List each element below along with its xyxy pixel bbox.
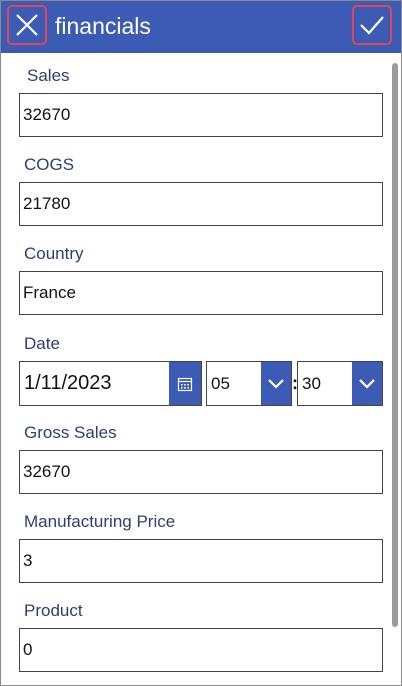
calendar-icon — [177, 377, 193, 391]
date-picker[interactable]: 1/11/2023 — [19, 361, 202, 406]
hour-dropdown[interactable]: 05 — [206, 361, 292, 406]
country-input[interactable]: France — [19, 271, 383, 315]
gross-sales-input[interactable]: 32670 — [19, 450, 383, 494]
checkmark-icon — [360, 16, 384, 35]
close-button[interactable] — [7, 5, 47, 45]
cogs-label: COGS — [24, 155, 75, 174]
sales-input[interactable]: 32670 — [19, 93, 383, 137]
chevron-down-icon — [268, 378, 284, 389]
gross-sales-value: 32670 — [23, 462, 71, 481]
hour-dropdown-button[interactable] — [261, 362, 291, 405]
country-label: Country — [24, 244, 84, 263]
date-label: Date — [24, 334, 60, 353]
date-value: 1/11/2023 — [24, 372, 112, 394]
hour-value: 05 — [211, 374, 230, 393]
manufacturing-price-input[interactable]: 3 — [19, 539, 383, 583]
cogs-input[interactable]: 21780 — [19, 182, 383, 226]
manufacturing-price-label: Manufacturing Price — [24, 512, 176, 531]
manufacturing-price-value: 3 — [23, 551, 33, 570]
calendar-button[interactable] — [169, 362, 201, 405]
vertical-scrollbar[interactable] — [392, 63, 398, 627]
chevron-down-icon — [359, 378, 375, 389]
sales-value: 32670 — [23, 105, 71, 124]
app-screen: financials Sales 32670 COGS 21780 Countr… — [0, 0, 402, 686]
product-value: 0 — [23, 640, 33, 659]
product-input[interactable]: 0 — [19, 628, 383, 672]
product-label: Product — [24, 601, 83, 620]
sales-label: Sales — [27, 66, 70, 85]
country-value: France — [23, 283, 76, 302]
close-icon — [16, 14, 38, 36]
gross-sales-label: Gross Sales — [24, 423, 117, 442]
header-bar: financials — [1, 1, 401, 53]
minute-dropdown-button[interactable] — [352, 362, 382, 405]
minute-value: 30 — [302, 374, 321, 393]
edit-form: Sales 32670 COGS 21780 Country France Da… — [1, 53, 401, 685]
cogs-value: 21780 — [23, 194, 71, 213]
minute-dropdown[interactable]: 30 — [297, 361, 383, 406]
submit-button[interactable] — [352, 5, 392, 45]
page-title: financials — [55, 13, 151, 39]
